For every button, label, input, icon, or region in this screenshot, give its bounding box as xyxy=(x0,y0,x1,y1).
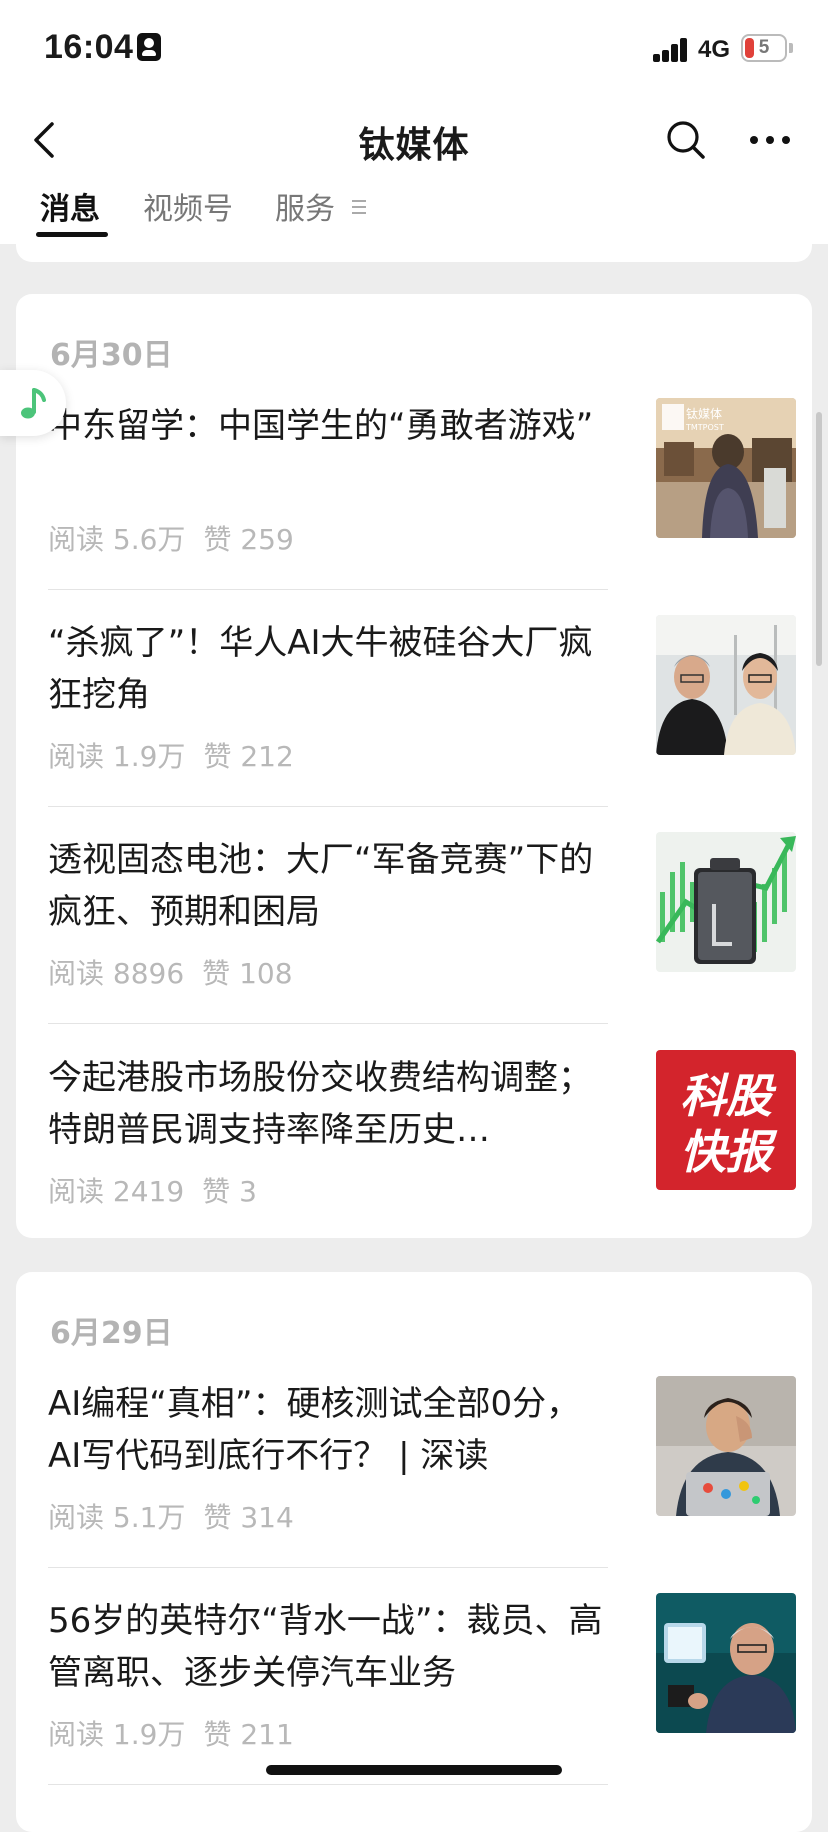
read-count: 阅读 5.1万 xyxy=(48,1501,186,1534)
search-icon[interactable] xyxy=(664,118,708,162)
article-group-card: 6月29日 AI编程“真相”：硬核测试全部0分，AI写代码到底行不行？ | 深读… xyxy=(16,1272,812,1832)
home-indicator[interactable] xyxy=(266,1765,562,1775)
article-title: 今起港股市场股份交收费结构调整；特朗普民调支持率降至历史… xyxy=(48,1058,592,1150)
article-group-card: 6月30日 中东留学：中国学生的“勇敢者游戏” 阅读 5.6万赞 259 钛媒体… xyxy=(16,294,812,1238)
article-thumbnail xyxy=(656,832,796,972)
tab-channels[interactable]: 视频号 xyxy=(143,184,233,228)
music-note-icon xyxy=(21,388,46,419)
article-item[interactable]: “杀疯了”！华人AI大牛被硅谷大厂疯狂挖角 阅读 1.9万赞 212 xyxy=(48,615,808,833)
article-thumbnail xyxy=(656,1376,796,1516)
battery-icon: 5 xyxy=(741,34,787,62)
article-meta: 阅读 5.6万赞 259 xyxy=(48,518,312,558)
group-date: 6月30日 xyxy=(50,338,173,373)
battery-tip xyxy=(789,43,793,53)
divider xyxy=(48,589,608,590)
divider xyxy=(48,1023,608,1024)
tab-messages[interactable]: 消息 xyxy=(40,184,100,228)
article-meta: 阅读 1.9万赞 211 xyxy=(48,1713,312,1753)
article-title: AI编程“真相”：硬核测试全部0分，AI写代码到底行不行？ | 深读 xyxy=(48,1384,581,1476)
article-item[interactable]: AI编程“真相”：硬核测试全部0分，AI写代码到底行不行？ | 深读 阅读 5.… xyxy=(48,1376,808,1594)
article-thumbnail: 科股 快报 xyxy=(656,1050,796,1190)
tab-services[interactable]: 服务 xyxy=(275,184,335,228)
like-count: 赞 259 xyxy=(203,523,294,556)
read-count: 阅读 1.9万 xyxy=(48,1718,186,1751)
thumb-flash-line2: 快报 xyxy=(680,1125,778,1179)
thumb-brand-en: TMTPOST xyxy=(685,423,724,432)
like-count: 赞 314 xyxy=(203,1501,294,1534)
divider xyxy=(48,1567,608,1568)
like-count: 赞 3 xyxy=(202,1175,257,1208)
network-type: 4G xyxy=(698,36,731,63)
signal-strength-icon xyxy=(653,38,689,62)
top-bar: 16:04 4G 5 钛媒体 消息 视频号 服务 xyxy=(0,0,828,244)
article-item[interactable]: 56岁的英特尔“背水一战”：裁员、高管离职、逐步关停汽车业务 阅读 1.9万赞 … xyxy=(48,1593,808,1811)
battery-level: 5 xyxy=(758,37,770,58)
contact-card-icon xyxy=(137,33,161,61)
like-count: 赞 211 xyxy=(203,1718,294,1751)
article-title: 中东留学：中国学生的“勇敢者游戏” xyxy=(48,406,594,446)
status-time: 16:04 xyxy=(44,28,134,66)
article-thumbnail xyxy=(656,615,796,755)
article-thumbnail: 钛媒体 TMTPOST xyxy=(656,398,796,538)
read-count: 阅读 2419 xyxy=(48,1175,185,1208)
read-count: 阅读 1.9万 xyxy=(48,740,186,773)
article-title: 56岁的英特尔“背水一战”：裁员、高管离职、逐步关停汽车业务 xyxy=(48,1601,603,1693)
group-date: 6月29日 xyxy=(50,1316,173,1351)
thumb-brand-text: 钛媒体 xyxy=(686,406,722,421)
article-meta: 阅读 5.1万赞 314 xyxy=(48,1496,312,1536)
menu-icon[interactable] xyxy=(352,200,366,216)
like-count: 赞 108 xyxy=(202,957,293,990)
floating-music-button[interactable] xyxy=(0,370,66,436)
more-options-icon[interactable] xyxy=(746,126,794,154)
read-count: 阅读 8896 xyxy=(48,957,185,990)
read-count: 阅读 5.6万 xyxy=(48,523,186,556)
scroll-indicator[interactable] xyxy=(816,412,822,666)
thumb-flash-line1: 科股 xyxy=(680,1069,777,1123)
active-tab-indicator xyxy=(36,232,108,237)
divider xyxy=(48,806,608,807)
article-meta: 阅读 1.9万赞 212 xyxy=(48,735,312,775)
article-meta: 阅读 2419 赞 3 xyxy=(48,1170,275,1210)
tab-bar: 消息 视频号 服务 xyxy=(0,180,828,244)
article-title: “杀疯了”！华人AI大牛被硅谷大厂疯狂挖角 xyxy=(48,623,593,715)
like-count: 赞 212 xyxy=(203,740,294,773)
article-item[interactable]: 中东留学：中国学生的“勇敢者游戏” 阅读 5.6万赞 259 钛媒体 TMTPO… xyxy=(48,398,808,616)
article-thumbnail xyxy=(656,1593,796,1733)
article-item[interactable]: 今起港股市场股份交收费结构调整；特朗普民调支持率降至历史… 阅读 2419 赞 3… xyxy=(48,1050,808,1268)
article-meta: 阅读 8896 赞 108 xyxy=(48,952,311,992)
article-title: 透视固态电池：大厂“军备竞赛”下的疯狂、预期和困局 xyxy=(48,840,594,932)
article-item[interactable]: 透视固态电池：大厂“军备竞赛”下的疯狂、预期和困局 阅读 8896 赞 108 xyxy=(48,832,808,1050)
divider xyxy=(48,1784,608,1785)
